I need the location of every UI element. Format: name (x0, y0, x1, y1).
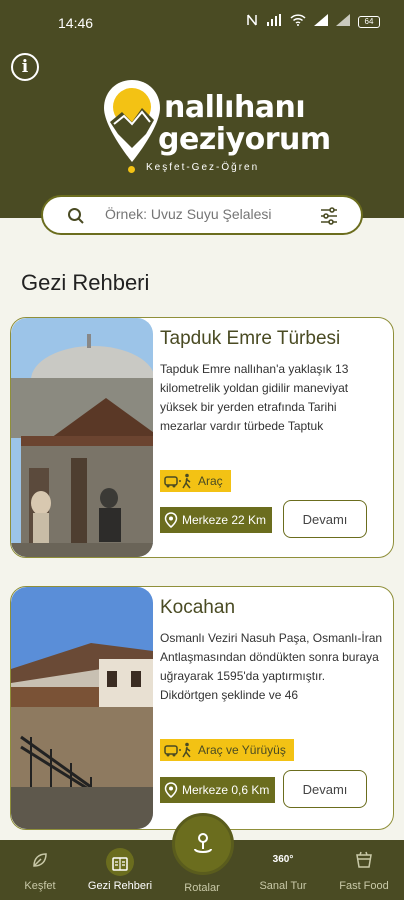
nav-item-sanal-tur[interactable]: 360° Sanal Tur (243, 840, 323, 900)
map-pin-logo-icon (104, 80, 160, 162)
nav-item-fast-food[interactable]: Fast Food (324, 840, 404, 900)
location-pin-icon (164, 782, 178, 798)
nav-label: Sanal Tur (259, 880, 307, 892)
logo-text-line2: geziyorum (158, 122, 331, 157)
distance-label: Merkeze 0,6 Km (182, 783, 270, 797)
signal-icon-2 (336, 14, 350, 29)
status-bar: 14:46 64 (0, 0, 404, 40)
guide-book-icon (111, 855, 129, 876)
more-button[interactable]: Devamı (283, 500, 367, 538)
distance-badge: Merkeze 0,6 Km (160, 777, 276, 803)
place-card[interactable]: Tapduk Emre Türbesi Tapduk Emre nallıhan… (10, 317, 394, 558)
section-title: Gezi Rehberi (21, 270, 150, 295)
battery-icon: 64 (358, 15, 380, 28)
tagline-dot (128, 166, 135, 173)
transport-badge: Araç (160, 470, 231, 492)
transport-label: Araç (198, 474, 223, 488)
location-pin-icon (164, 512, 178, 528)
data-icon (266, 14, 282, 29)
place-title: Tapduk Emre Türbesi (160, 328, 341, 349)
place-description: Osmanlı Veziri Nasuh Paşa, Osmanlı-İran … (160, 631, 383, 702)
transport-badge: Araç ve Yürüyüş (160, 739, 294, 761)
place-description: Tapduk Emre nallıhan'a yaklaşık 13 kilom… (160, 362, 349, 433)
car-walk-icon (164, 742, 191, 758)
route-pin-icon (194, 833, 212, 853)
signal-icon (314, 14, 328, 29)
car-walk-icon (164, 473, 191, 489)
app-header: 14:46 64 i nallıhanı geziyorum Keşfet-Ge… (0, 0, 404, 218)
info-icon: i (21, 57, 29, 77)
logo-text-line1: nallıhanı (164, 90, 306, 125)
more-button[interactable]: Devamı (283, 770, 367, 808)
nav-label: Gezi Rehberi (87, 880, 153, 892)
place-card[interactable]: Kocahan Osmanlı Veziri Nasuh Paşa, Osman… (10, 586, 394, 830)
logo-tagline: Keşfet-Gez-Öğren (146, 162, 260, 173)
transport-label: Araç ve Yürüyüş (198, 743, 286, 757)
place-image (11, 318, 153, 557)
fast-food-icon (354, 851, 374, 872)
nav-label: Fast Food (339, 880, 389, 892)
app-logo: nallıhanı geziyorum Keşfet-Gez-Öğren (102, 78, 331, 178)
search-input[interactable] (105, 206, 305, 222)
nav-item-gezi-rehberi[interactable]: Gezi Rehberi (80, 840, 160, 900)
distance-badge: Merkeze 22 Km (160, 507, 273, 533)
nfc-icon (246, 14, 258, 29)
info-button[interactable]: i (11, 53, 39, 81)
status-time: 14:46 (58, 15, 94, 31)
place-image (11, 587, 153, 829)
distance-label: Merkeze 22 Km (182, 513, 267, 527)
leaf-icon (31, 851, 49, 872)
wifi-icon (290, 14, 306, 29)
place-title: Kocahan (160, 597, 236, 618)
nav-label: Keşfet (24, 880, 56, 892)
status-icons: 64 (246, 14, 380, 29)
vr-360-icon: 360° (272, 854, 294, 865)
nav-label: Rotalar (184, 882, 220, 894)
nav-item-kesfet[interactable]: Keşfet (0, 840, 80, 900)
filter-icon[interactable] (319, 206, 339, 231)
routes-fab-button[interactable] (172, 813, 234, 875)
search-bar[interactable] (41, 195, 363, 235)
search-icon (67, 207, 85, 230)
